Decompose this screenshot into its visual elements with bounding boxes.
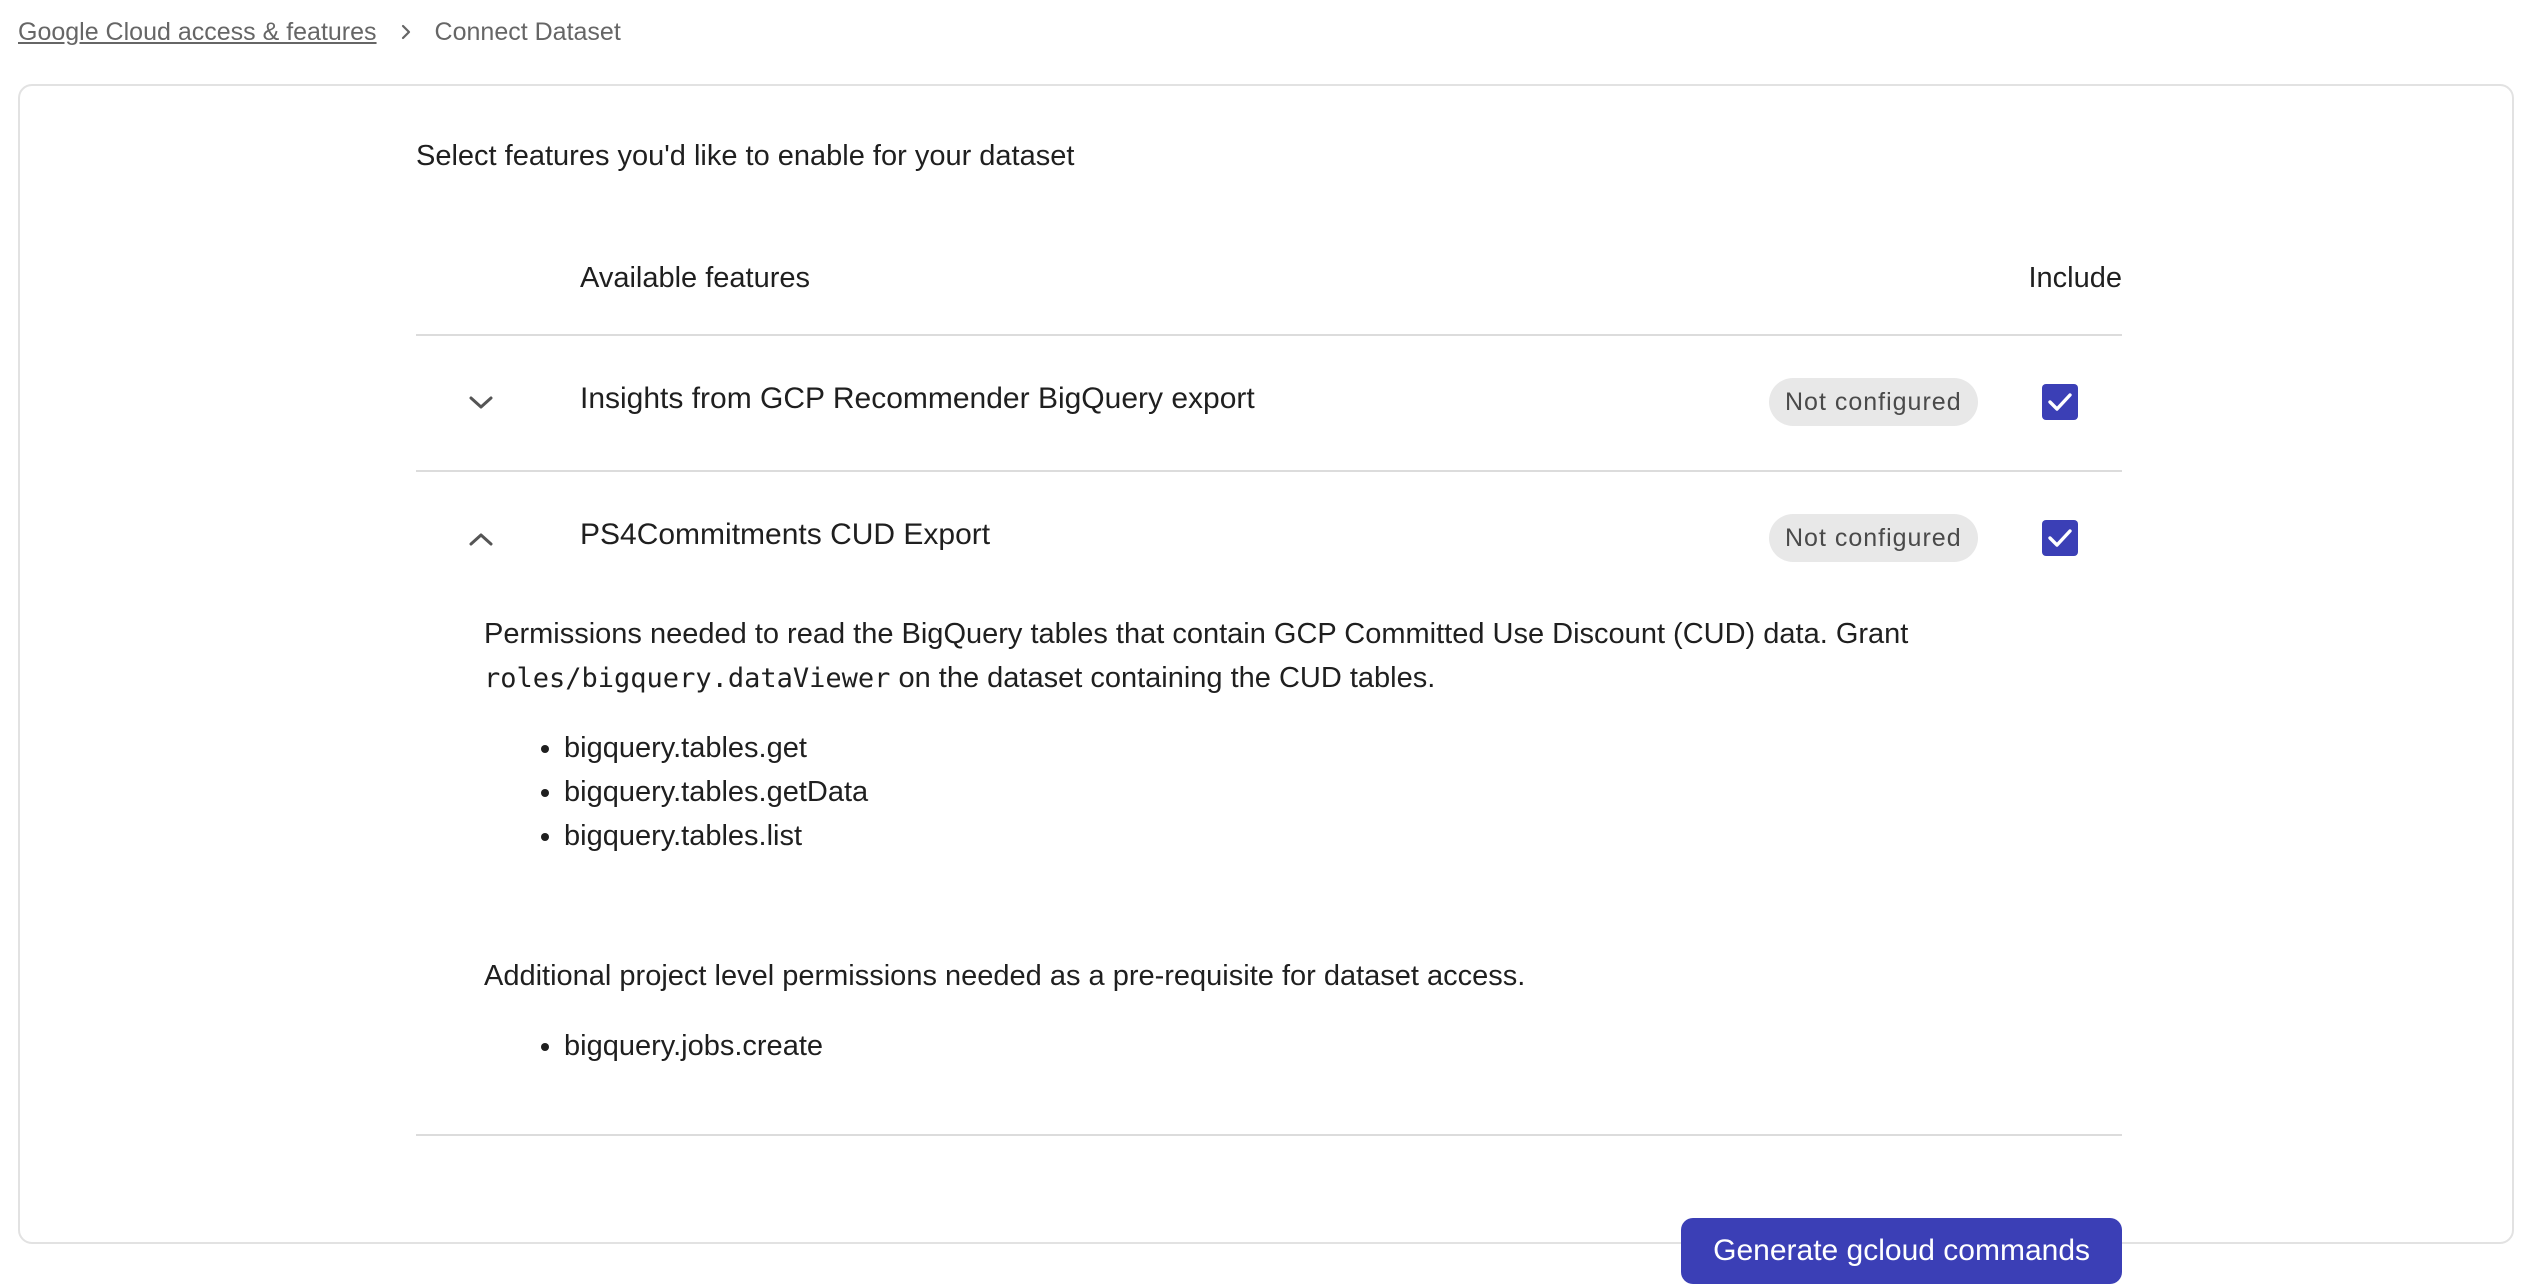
project-permissions-list: bigquery.jobs.create	[484, 1024, 823, 1068]
permissions-text-intro: Permissions needed to read the BigQuery …	[484, 618, 1909, 650]
dataset-permissions-list: bigquery.tables.get bigquery.tables.getD…	[484, 726, 868, 858]
include-checkbox[interactable]	[2042, 384, 2078, 420]
feature-name: PS4Commitments CUD Export	[580, 518, 991, 551]
permissions-text-tail: on the dataset containing the CUD tables…	[890, 662, 1436, 694]
chevron-right-icon	[399, 23, 413, 41]
chevron-down-icon[interactable]	[464, 386, 498, 420]
check-icon	[2048, 393, 2072, 411]
column-header-include: Include	[2028, 262, 2122, 294]
include-checkbox[interactable]	[2042, 520, 2078, 556]
list-item: bigquery.jobs.create	[564, 1024, 823, 1068]
feature-selection-card: Select features you'd like to enable for…	[18, 84, 2514, 1284]
list-item: bigquery.tables.get	[564, 726, 868, 770]
feature-details-cud-export: Permissions needed to read the BigQuery …	[416, 606, 2122, 1136]
feature-row-recommender: Insights from GCP Recommender BigQuery e…	[416, 336, 2122, 472]
breadcrumb-current: Connect Dataset	[434, 17, 621, 46]
breadcrumb-link-gcp-access[interactable]: Google Cloud access & features	[18, 18, 377, 47]
status-badge: Not configured	[1769, 514, 1978, 562]
feature-name: Insights from GCP Recommender BigQuery e…	[580, 382, 1255, 415]
status-badge: Not configured	[1769, 378, 1978, 426]
list-item: bigquery.tables.list	[564, 814, 868, 858]
list-item: bigquery.tables.getData	[564, 770, 868, 814]
features-table-header: Available features Include	[416, 262, 2122, 336]
column-header-features: Available features	[580, 262, 811, 294]
feature-row-cud-export: PS4Commitments CUD Export Not configured	[416, 472, 2122, 606]
generate-gcloud-commands-button[interactable]: Generate gcloud commands	[1681, 1218, 2122, 1284]
check-icon	[2048, 529, 2072, 547]
permissions-description: Permissions needed to read the BigQuery …	[484, 612, 2044, 701]
chevron-up-icon[interactable]	[464, 522, 498, 556]
intro-text: Select features you'd like to enable for…	[416, 140, 1075, 172]
role-code: roles/bigquery.dataViewer	[484, 663, 891, 694]
project-permissions-description: Additional project level permissions nee…	[484, 960, 1526, 992]
breadcrumb: Google Cloud access & features Connect D…	[18, 14, 621, 50]
